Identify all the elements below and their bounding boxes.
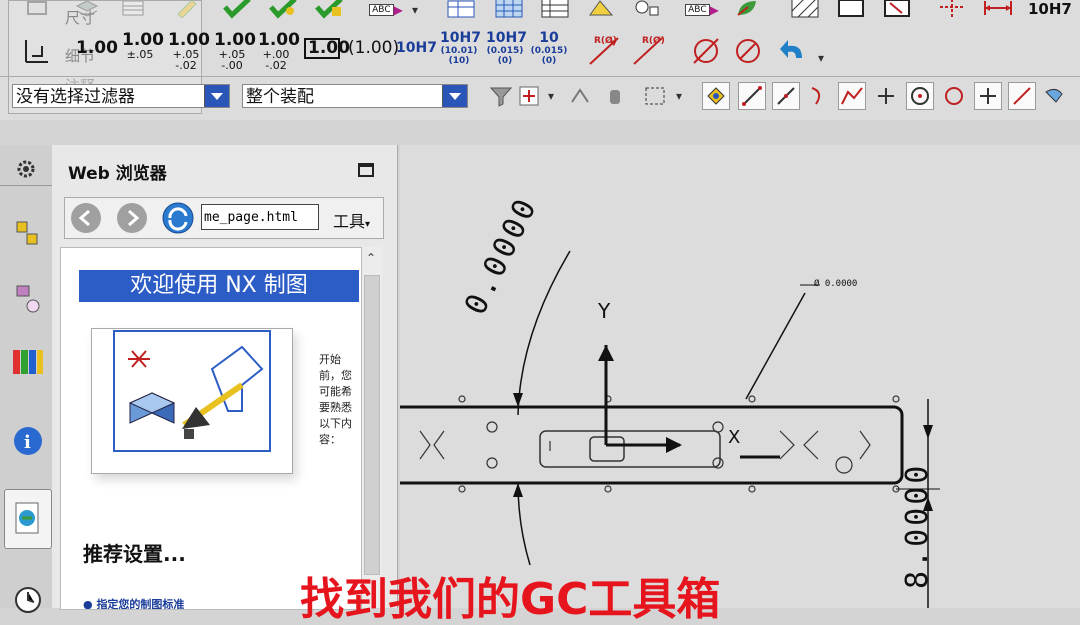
hole-dim-icon[interactable]: [730, 34, 766, 68]
leaf-icon[interactable]: [732, 0, 762, 22]
tol-button-1[interactable]: 1.00: [76, 40, 118, 57]
snap-point-icon[interactable]: [974, 82, 1002, 110]
snap-control-icon[interactable]: [838, 82, 866, 110]
browser-nav-bar: me_page.html 工具▾: [64, 197, 384, 239]
balloon-icon[interactable]: [632, 0, 662, 22]
reuse-library-icon[interactable]: [10, 343, 46, 379]
check-edit-icon[interactable]: [314, 0, 344, 22]
video-caption: 找到我们的GC工具箱: [300, 574, 721, 625]
diameter-icon[interactable]: [688, 34, 724, 68]
fit-button-2[interactable]: 10H7 (10.01) (10): [440, 30, 481, 66]
recommended-settings-heading: 推荐设置...: [83, 542, 186, 566]
y-axis-label: Y: [598, 299, 611, 323]
snap-center-icon[interactable]: [906, 82, 934, 110]
web-browser-panel: Web 浏览器 me_page.html 工具▾ 欢迎使用 NX 制图 开始 前…: [52, 145, 398, 610]
spreadsheet-icon[interactable]: [540, 0, 570, 22]
chevron-down-icon[interactable]: [442, 85, 467, 107]
snap-quadrant-icon[interactable]: [940, 82, 968, 110]
reference-dim-button[interactable]: (1.00): [348, 40, 399, 57]
assembly-navigator-icon[interactable]: [10, 217, 46, 253]
rectangle-select-icon[interactable]: [640, 82, 670, 110]
snap-line-icon[interactable]: [738, 82, 766, 110]
intro-text: 开始 前，您 可能希 要熟悉 以下内 容：: [319, 353, 352, 446]
radius-dim-button[interactable]: R(Ø): [584, 34, 624, 68]
selection-filter-select[interactable]: 没有选择过滤器: [12, 84, 230, 108]
undo-arrow-icon[interactable]: [774, 34, 810, 68]
ordinate-icon[interactable]: [936, 0, 966, 22]
right-dimension[interactable]: 8.0000: [900, 463, 935, 589]
snap-extra-icon[interactable]: [1040, 82, 1068, 110]
tol-button-5[interactable]: 1.00 +.00 -.02: [258, 32, 300, 72]
snap-midpoint-icon[interactable]: [772, 82, 800, 110]
basic-dim-button[interactable]: 1.00: [304, 38, 350, 59]
scope-select[interactable]: 整个装配: [242, 84, 468, 108]
fit-button-3[interactable]: 10H7 (0.015) (0): [486, 30, 527, 66]
forward-button[interactable]: [117, 203, 147, 233]
back-button[interactable]: [71, 203, 101, 233]
check-green-icon[interactable]: [222, 0, 252, 22]
tol-button-2[interactable]: 1.00 ±.05: [122, 32, 164, 61]
dropdown-arrow-icon[interactable]: ▾: [408, 0, 422, 24]
linear-dim-icon[interactable]: [982, 0, 1012, 22]
hatch-icon[interactable]: [790, 0, 820, 22]
info-icon[interactable]: i: [10, 423, 46, 459]
snap-curve-icon[interactable]: [804, 82, 832, 110]
snap-icon[interactable]: [566, 82, 596, 110]
part-list-icon[interactable]: [586, 0, 616, 22]
tools-menu[interactable]: 工具▾: [333, 208, 370, 232]
chevron-down-icon[interactable]: [204, 85, 229, 107]
resource-bar: i: [0, 145, 53, 613]
scroll-up-icon[interactable]: ⌃: [366, 251, 376, 265]
drawing-canvas[interactable]: Y X 0.0000 Ø 0.0000 8.0000: [400, 145, 1080, 608]
dropdown-arrow-icon[interactable]: ▾: [544, 82, 558, 110]
grid-icon[interactable]: [494, 0, 524, 22]
fit-button-1[interactable]: 10H7: [396, 40, 437, 56]
web-browser-icon: [9, 500, 45, 536]
text-edit-button[interactable]: ABC ▶: [680, 0, 724, 24]
general-select-icon[interactable]: [516, 82, 542, 110]
toolbar-more-icon[interactable]: ▾: [814, 44, 828, 72]
menu-item-dimension[interactable]: 尺寸: [65, 7, 95, 28]
drafting-illustration: [91, 328, 293, 474]
x-axis-label: X: [728, 427, 741, 448]
gear-icon[interactable]: [8, 151, 44, 187]
snap-perpendicular-icon[interactable]: [872, 82, 900, 110]
frame-edit-icon[interactable]: [882, 0, 912, 22]
tol-button-3[interactable]: 1.00 +.05 -.02: [168, 32, 210, 72]
welcome-banner: 欢迎使用 NX 制图: [79, 270, 359, 302]
panel-title: Web 浏览器: [68, 164, 167, 184]
browser-content: 欢迎使用 NX 制图 开始 前，您 可能希 要熟悉 以下内 容： 推荐设置...…: [60, 247, 362, 610]
frame-icon[interactable]: [836, 0, 866, 22]
dimension-style-icon[interactable]: [20, 34, 54, 68]
fit-button-4[interactable]: 10 (0.015) (0): [530, 30, 568, 66]
snap-endpoint-icon[interactable]: [702, 82, 730, 110]
refresh-button[interactable]: [161, 201, 195, 235]
svg-text:i: i: [24, 432, 31, 453]
text-style-button[interactable]: ABC ▶: [364, 0, 408, 24]
part-navigator-icon[interactable]: [10, 281, 46, 317]
check-yellow-icon[interactable]: [268, 0, 298, 22]
content-scrollbar[interactable]: ⌃: [362, 247, 382, 608]
snap-intersection-icon[interactable]: [1008, 82, 1036, 110]
fit-label[interactable]: 10H7: [1028, 0, 1072, 18]
radius-dim-button-2[interactable]: R(Ø): [628, 34, 668, 68]
filter-funnel-icon[interactable]: [486, 82, 516, 110]
history-clock-icon[interactable]: [10, 579, 46, 615]
tab-web-browser[interactable]: [4, 489, 52, 549]
hand-icon[interactable]: [600, 82, 630, 110]
tol-button-4[interactable]: 1.00 +.05 -.00: [214, 32, 256, 72]
diameter-dimension[interactable]: Ø 0.0000: [814, 279, 857, 289]
address-field[interactable]: me_page.html: [201, 204, 319, 230]
table-insert-icon[interactable]: [446, 0, 476, 22]
maximize-icon[interactable]: [358, 163, 374, 177]
scrollbar-thumb[interactable]: [364, 275, 380, 575]
dropdown-arrow-icon[interactable]: ▾: [672, 82, 686, 110]
